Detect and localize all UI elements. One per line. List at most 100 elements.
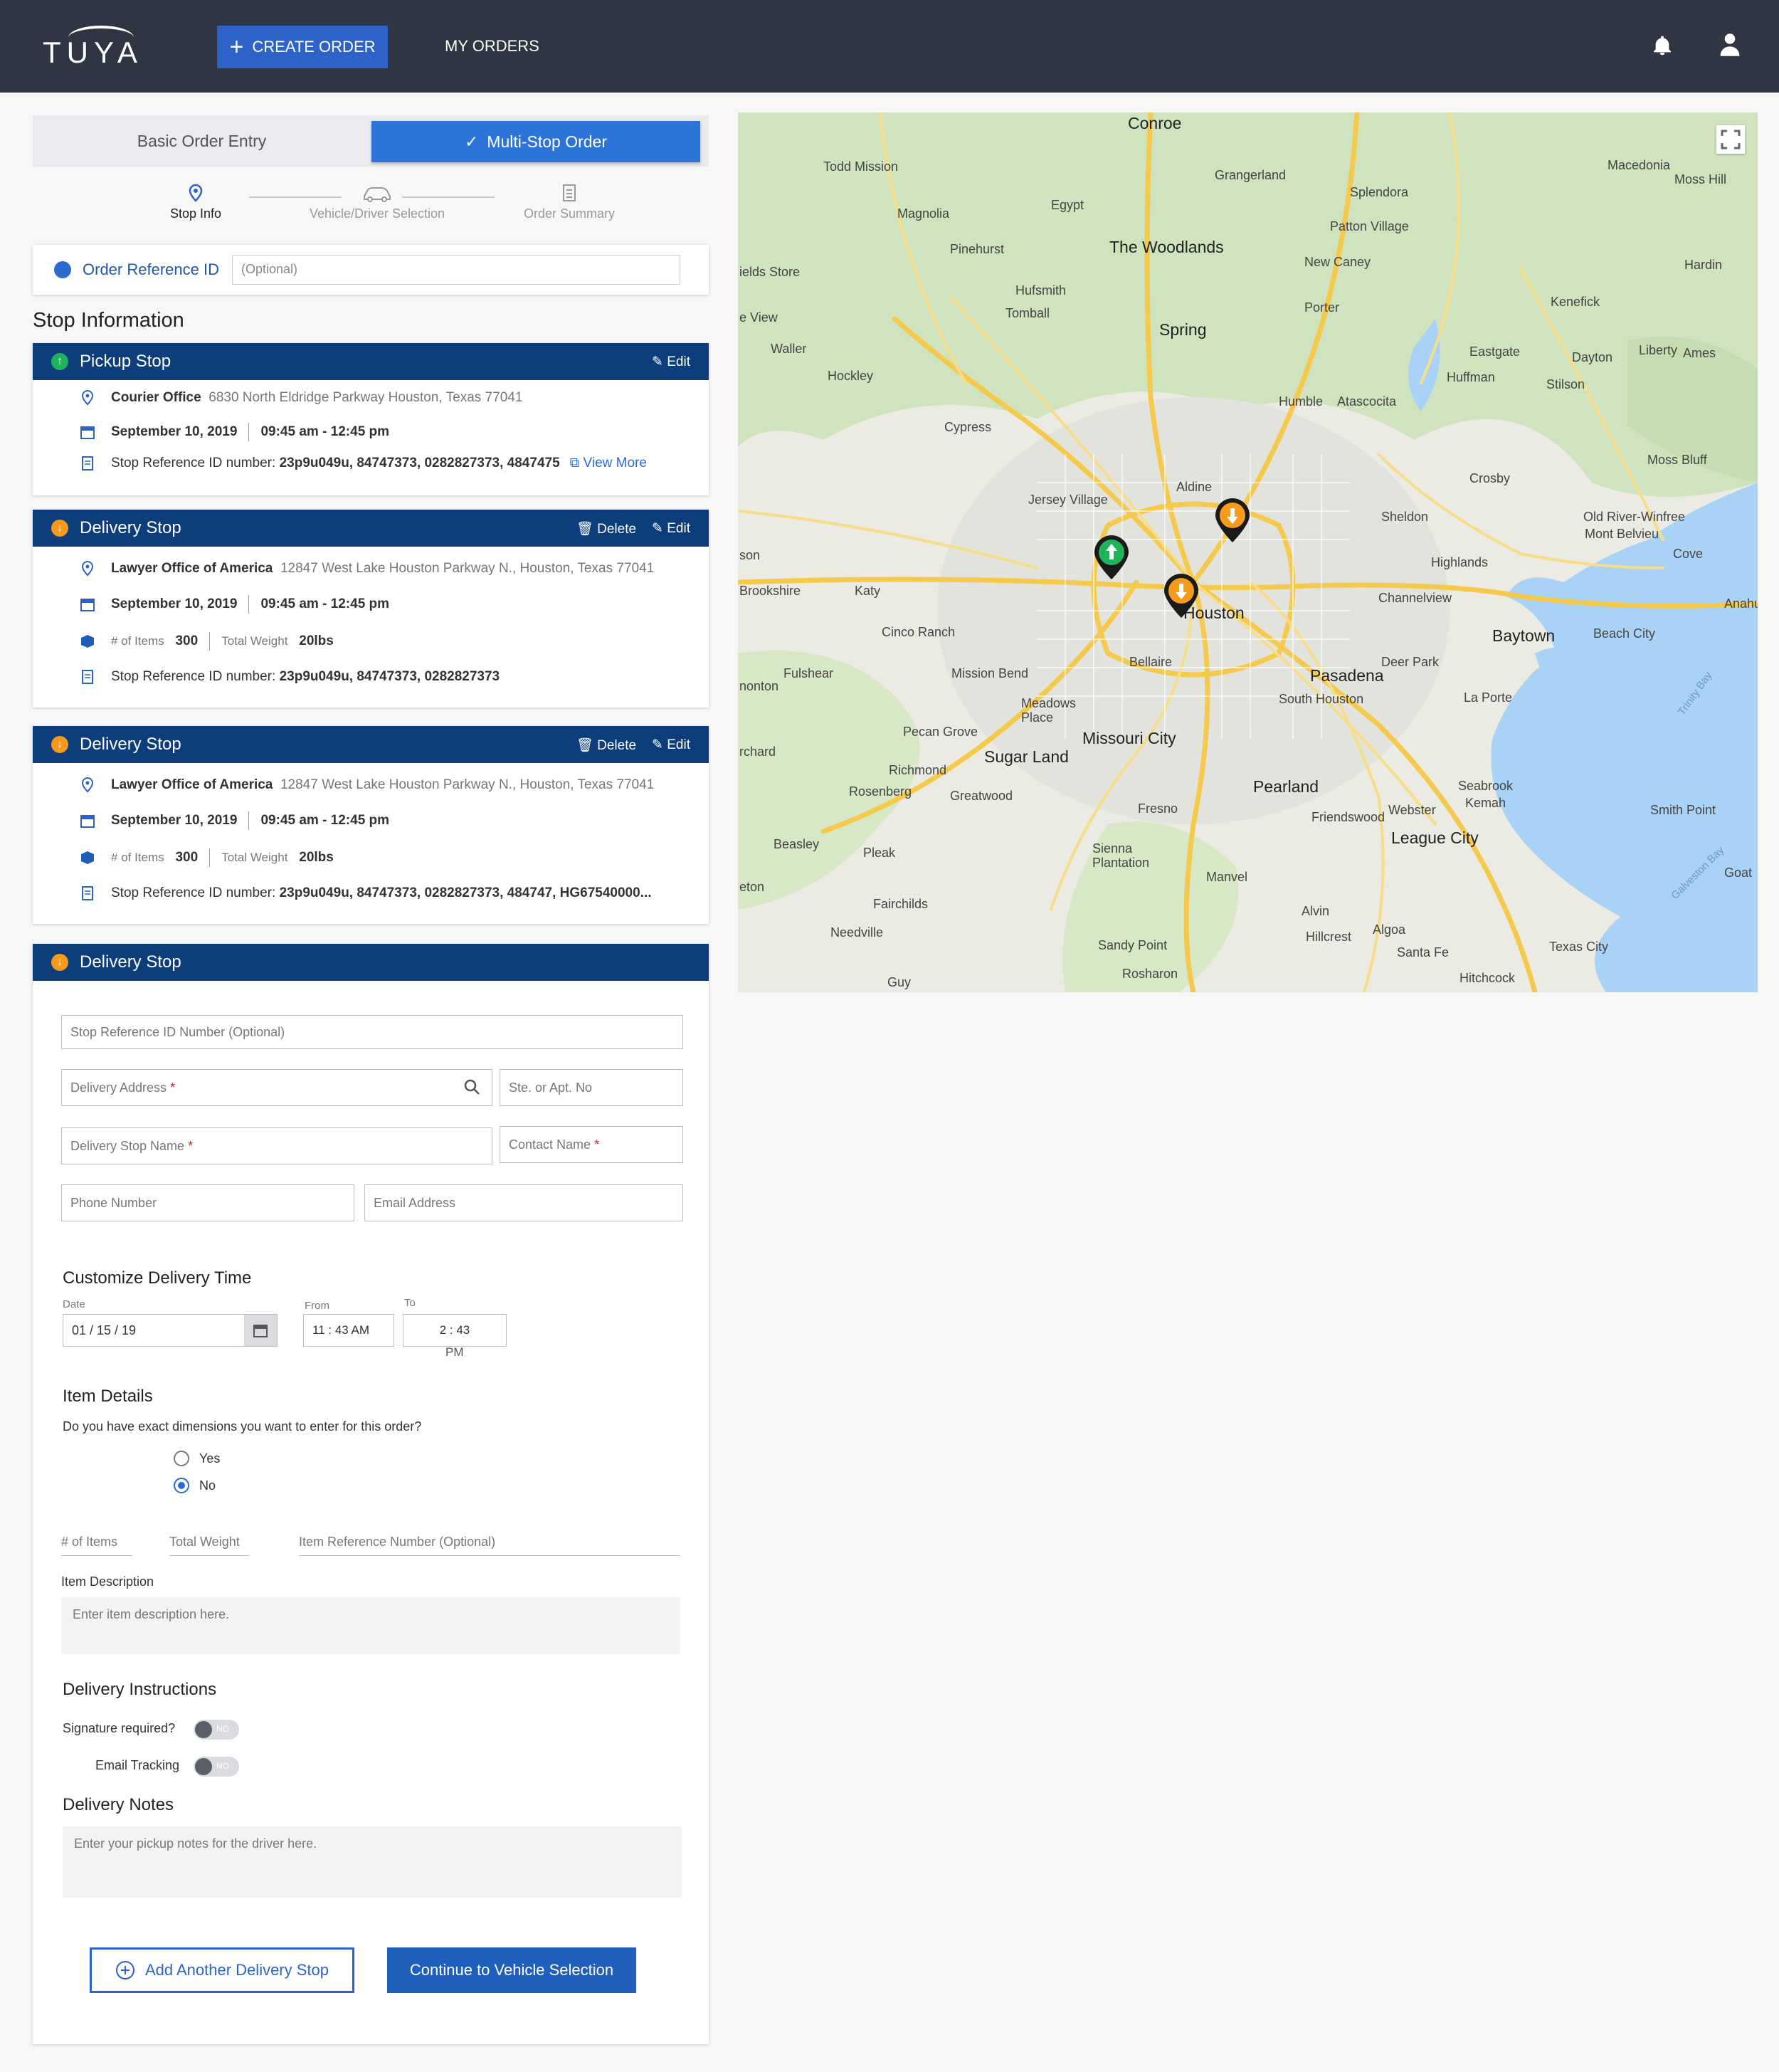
delivery-address-input[interactable]: Delivery Address * [61, 1069, 492, 1106]
radio-circle [174, 1451, 189, 1466]
user-profile-icon[interactable] [1719, 33, 1741, 57]
tuya-logo[interactable]: TUYA [43, 36, 143, 70]
map-label: Aldine [1176, 480, 1213, 494]
map-label: Fulshear [783, 666, 834, 680]
delivery-stop-name-input[interactable]: Delivery Stop Name * [61, 1127, 492, 1164]
view-more-link[interactable]: ⧉ View More [570, 456, 647, 471]
fullscreen-button[interactable] [1716, 125, 1745, 154]
location-pin-icon [189, 184, 203, 202]
map-label: Sheldon [1381, 510, 1429, 524]
map-label: Atascocita [1337, 394, 1397, 409]
delivery-date: September 10, 2019 [111, 596, 238, 611]
map-label: Kemah [1465, 796, 1506, 810]
ref-label: Stop Reference ID number: [111, 885, 276, 900]
stop-reference-input[interactable]: Stop Reference ID Number (Optional) [61, 1015, 683, 1049]
map-label: Grangerland [1215, 168, 1287, 182]
delete-label: Delete [597, 522, 637, 537]
stop-name-placeholder: Delivery Stop Name [70, 1138, 185, 1153]
edit-pickup-button[interactable]: ✎ Edit [652, 354, 690, 370]
notification-bell-icon[interactable] [1651, 34, 1674, 57]
items-count-input[interactable]: # of Items [61, 1535, 132, 1556]
plus-icon: + [229, 33, 244, 61]
date-label: Date [63, 1298, 85, 1310]
order-type-tabs: Basic Order Entry ✓ Multi-Stop Order [33, 115, 709, 167]
from-time-input[interactable]: 11 : 43 AM [303, 1314, 394, 1347]
step-stop-info[interactable]: Stop Info [157, 184, 235, 221]
item-description-textarea[interactable]: Enter item description here. [61, 1597, 680, 1654]
delivery-stop-header: ↓ Delivery Stop 🗑 Delete ✎ Edit [33, 510, 709, 547]
delivery-name: Lawyer Office of America [111, 777, 273, 792]
delivery-map-pin[interactable] [1213, 497, 1252, 544]
map-label: Texas City [1549, 940, 1609, 954]
pickup-location-row: Courier Office 6830 North Eldridge Parkw… [80, 390, 522, 406]
my-orders-link[interactable]: MY ORDERS [445, 37, 539, 56]
email-tracking-toggle[interactable]: NO [194, 1757, 239, 1777]
step-order-summary[interactable]: Order Summary [498, 184, 640, 221]
map-label: Conroe [1128, 114, 1182, 132]
map-label: Splendora [1350, 185, 1409, 199]
trash-icon: 🗑 [576, 522, 593, 537]
email-address-input[interactable]: Email Address [364, 1184, 683, 1221]
calendar-picker-button[interactable] [244, 1315, 277, 1346]
signature-toggle[interactable]: NO [194, 1720, 239, 1740]
map-label: Rosenberg [849, 784, 912, 799]
delivery-map-pin[interactable] [1162, 572, 1200, 619]
delivery-notes-textarea[interactable]: Enter your pickup notes for the driver h… [63, 1826, 682, 1898]
location-pin-icon [81, 561, 94, 577]
map-label: Mont Belvieu [1585, 527, 1659, 541]
suite-input[interactable]: Ste. or Apt. No [500, 1069, 683, 1106]
calendar-icon [80, 815, 95, 828]
to-label: To [404, 1297, 416, 1309]
map-label: Greatwood [950, 789, 1013, 803]
map-label: Webster [1388, 803, 1436, 817]
map-label: Guy [887, 975, 912, 989]
total-weight-input[interactable]: Total Weight [169, 1535, 249, 1556]
search-icon[interactable] [463, 1078, 480, 1095]
create-order-button[interactable]: + CREATE ORDER [217, 26, 388, 68]
tab-basic-order-entry[interactable]: Basic Order Entry [33, 115, 371, 167]
items-label: # of Items [111, 851, 164, 864]
items-count: 300 [175, 850, 199, 865]
map-label: Tomball [1005, 306, 1050, 320]
weight-label: Total Weight [221, 634, 288, 648]
map-label: Magnolia [897, 206, 950, 221]
add-another-delivery-stop-button[interactable]: Add Another Delivery Stop [90, 1947, 354, 1993]
dimensions-question: Do you have exact dimensions you want to… [63, 1419, 422, 1434]
delete-stop-button[interactable]: 🗑 Delete [576, 737, 636, 754]
map-label: Pearland [1253, 777, 1319, 796]
fullscreen-icon [1721, 130, 1741, 149]
external-link-icon: ⧉ [569, 456, 580, 470]
continue-to-vehicle-selection-button[interactable]: Continue to Vehicle Selection [387, 1947, 636, 1993]
map-label: Moss Bluff [1647, 453, 1707, 467]
tab-multi-stop-order[interactable]: ✓ Multi-Stop Order [371, 121, 700, 162]
phone-number-input[interactable]: Phone Number [61, 1184, 354, 1221]
pickup-time-row: September 10, 2019 09:45 am - 12:45 pm [80, 423, 389, 441]
date-input[interactable]: 01 / 15 / 19 [63, 1314, 278, 1347]
plus-circle-icon [115, 1961, 134, 1979]
contact-name-input[interactable]: Contact Name * [500, 1126, 683, 1163]
step-vehicle-driver[interactable]: Vehicle/Driver Selection [299, 184, 455, 221]
step-label: Vehicle/Driver Selection [309, 206, 445, 221]
order-reference-input[interactable]: (Optional) [232, 255, 680, 285]
package-icon [81, 635, 94, 648]
map-label: son [739, 548, 761, 562]
radio-yes[interactable]: Yes [174, 1451, 220, 1466]
route-map[interactable]: Conroe Todd Mission Grangerland Macedoni… [738, 112, 1758, 992]
map-label: Bellaire [1129, 655, 1173, 669]
delivery-address: 12847 West Lake Houston Parkway N., Hous… [280, 561, 655, 576]
map-label: Highlands [1431, 555, 1489, 569]
map-label: Cypress [944, 420, 992, 434]
map-label: Huffman [1447, 370, 1495, 384]
edit-stop-button[interactable]: ✎ Edit [652, 737, 690, 754]
weight-value: 20lbs [299, 633, 334, 648]
delivery-time: 09:45 am - 12:45 pm [260, 596, 390, 611]
edit-stop-button[interactable]: ✎ Edit [652, 520, 690, 537]
delete-stop-button[interactable]: 🗑 Delete [576, 520, 636, 537]
item-reference-input[interactable]: Item Reference Number (Optional) [299, 1535, 680, 1556]
pickup-map-pin[interactable] [1092, 534, 1131, 581]
radio-no[interactable]: No [174, 1478, 216, 1493]
map-label: Brookshire [739, 584, 801, 598]
to-time-input[interactable]: 2 : 43 [403, 1314, 507, 1347]
step-label: Order Summary [523, 206, 616, 221]
add-stop-label: Add Another Delivery Stop [144, 1961, 329, 1979]
